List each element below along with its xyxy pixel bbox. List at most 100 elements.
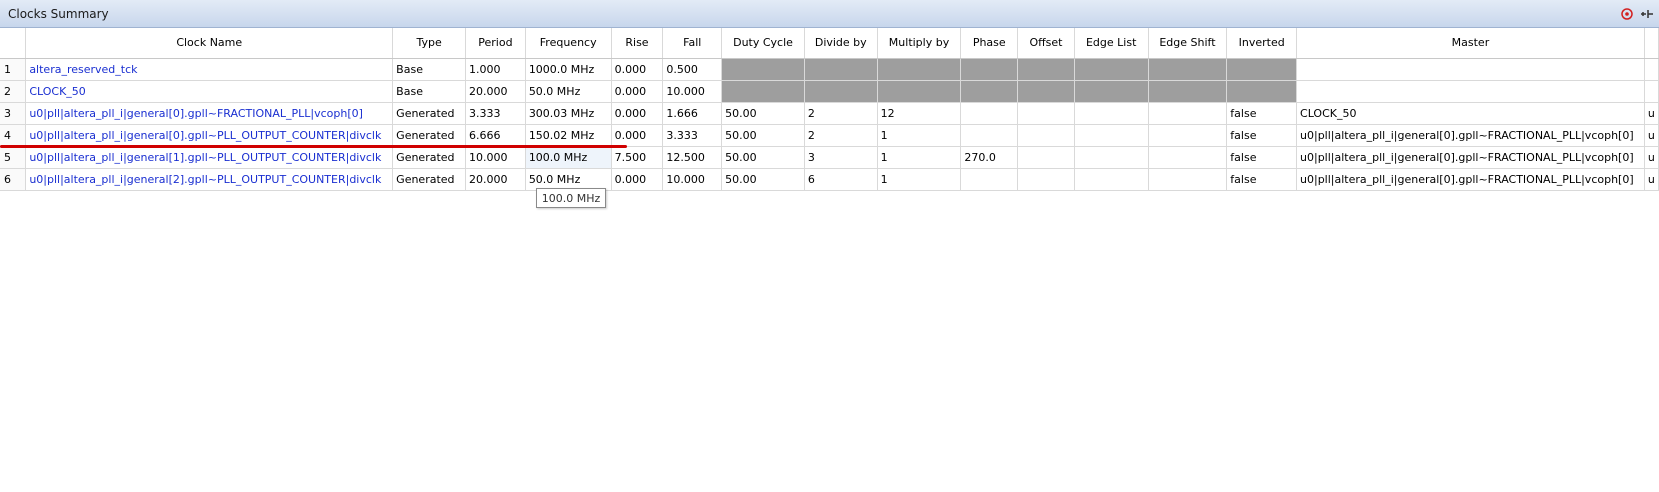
- divide-by-cell: [804, 80, 878, 103]
- col-header-offset[interactable]: Offset: [1017, 28, 1075, 59]
- table-row[interactable]: 4 u0|pll|altera_pll_i|general[0].gpll~PL…: [0, 124, 1659, 147]
- frequency-tooltip: 100.0 MHz: [536, 188, 606, 208]
- col-header-inverted[interactable]: Inverted: [1226, 28, 1298, 59]
- phase-cell: 270.0: [960, 146, 1019, 169]
- col-header-clock-name[interactable]: Clock Name: [25, 28, 394, 59]
- multiply-by-cell: 1: [877, 168, 962, 191]
- extra-cell: u: [1644, 124, 1659, 147]
- rise-cell: 0.000: [611, 58, 664, 81]
- row-number: 2: [0, 80, 27, 103]
- clock-name-cell[interactable]: CLOCK_50: [25, 80, 394, 103]
- multiply-by-cell: [877, 80, 962, 103]
- inverted-cell: false: [1226, 124, 1298, 147]
- edge-list-cell: [1074, 58, 1149, 81]
- offset-cell: [1017, 80, 1075, 103]
- inverted-cell: [1226, 80, 1298, 103]
- table-row[interactable]: 6 u0|pll|altera_pll_i|general[2].gpll~PL…: [0, 168, 1659, 191]
- duty-cycle-cell: [721, 80, 805, 103]
- extra-cell: u: [1644, 146, 1659, 169]
- type-cell: Generated: [392, 168, 467, 191]
- period-cell: 20.000: [465, 80, 526, 103]
- master-cell: u0|pll|altera_pll_i|general[0].gpll~FRAC…: [1296, 168, 1645, 191]
- period-cell: 10.000: [465, 146, 526, 169]
- table-row[interactable]: 2 CLOCK_50 Base 20.000 50.0 MHz 0.000 10…: [0, 80, 1659, 103]
- titlebar-icons: [1619, 6, 1655, 22]
- window-titlebar: Clocks Summary: [0, 0, 1659, 28]
- inverted-cell: false: [1226, 146, 1298, 169]
- inverted-cell: [1226, 58, 1298, 81]
- col-header-type[interactable]: Type: [392, 28, 467, 59]
- col-header-extra[interactable]: [1644, 28, 1659, 59]
- offset-cell: [1017, 146, 1075, 169]
- fall-cell: 12.500: [662, 146, 723, 169]
- divide-by-cell: 2: [804, 124, 878, 147]
- col-header-duty-cycle[interactable]: Duty Cycle: [721, 28, 805, 59]
- row-number: 5: [0, 146, 27, 169]
- col-header-edge-shift[interactable]: Edge Shift: [1148, 28, 1228, 59]
- table-row[interactable]: 1 altera_reserved_tck Base 1.000 1000.0 …: [0, 58, 1659, 81]
- edge-list-cell: [1074, 168, 1149, 191]
- master-cell: u0|pll|altera_pll_i|general[0].gpll~FRAC…: [1296, 146, 1645, 169]
- rise-cell: 0.000: [611, 80, 664, 103]
- inverted-cell: false: [1226, 102, 1298, 125]
- edge-list-cell: [1074, 80, 1149, 103]
- col-header-master[interactable]: Master: [1296, 28, 1645, 59]
- clock-name-cell[interactable]: u0|pll|altera_pll_i|general[2].gpll~PLL_…: [25, 168, 394, 191]
- row-number: 6: [0, 168, 27, 191]
- fall-cell: 0.500: [662, 58, 723, 81]
- master-cell: [1296, 58, 1645, 81]
- type-cell: Generated: [392, 146, 467, 169]
- clock-name-cell[interactable]: u0|pll|altera_pll_i|general[1].gpll~PLL_…: [25, 146, 394, 169]
- type-cell: Base: [392, 58, 467, 81]
- clock-name-cell[interactable]: altera_reserved_tck: [25, 58, 394, 81]
- extra-cell: u: [1644, 168, 1659, 191]
- divide-by-cell: 2: [804, 102, 878, 125]
- multiply-by-cell: 1: [877, 146, 962, 169]
- row-number: 1: [0, 58, 27, 81]
- col-header-multiply-by[interactable]: Multiply by: [877, 28, 962, 59]
- row-number: 4: [0, 124, 27, 147]
- type-cell: Generated: [392, 124, 467, 147]
- rise-cell: 0.000: [611, 102, 664, 125]
- col-header-rise[interactable]: Rise: [611, 28, 664, 59]
- phase-cell: [960, 80, 1019, 103]
- fall-cell: 10.000: [662, 80, 723, 103]
- table-row[interactable]: 5 u0|pll|altera_pll_i|general[1].gpll~PL…: [0, 146, 1659, 169]
- table-row[interactable]: 3 u0|pll|altera_pll_i|general[0].gpll~FR…: [0, 102, 1659, 125]
- frequency-cell: 150.02 MHz: [525, 124, 612, 147]
- clock-name-cell[interactable]: u0|pll|altera_pll_i|general[0].gpll~FRAC…: [25, 102, 394, 125]
- extra-cell: [1644, 80, 1659, 103]
- col-header-rownum[interactable]: [0, 28, 27, 59]
- divide-by-cell: 3: [804, 146, 878, 169]
- phase-cell: [960, 124, 1019, 147]
- clock-name-cell[interactable]: u0|pll|altera_pll_i|general[0].gpll~PLL_…: [25, 124, 394, 147]
- edge-shift-cell: [1148, 124, 1228, 147]
- offset-cell: [1017, 58, 1075, 81]
- clocks-summary-table-wrap[interactable]: Clock Name Type Period Frequency Rise Fa…: [0, 28, 1659, 492]
- rise-cell: 7.500: [611, 146, 664, 169]
- close-circle-icon[interactable]: [1619, 6, 1635, 22]
- col-header-frequency[interactable]: Frequency: [525, 28, 612, 59]
- pin-icon[interactable]: [1639, 6, 1655, 22]
- edge-list-cell: [1074, 124, 1149, 147]
- extra-cell: u: [1644, 102, 1659, 125]
- col-header-divide-by[interactable]: Divide by: [804, 28, 878, 59]
- rise-cell: 0.000: [611, 124, 664, 147]
- master-cell: CLOCK_50: [1296, 102, 1645, 125]
- edge-shift-cell: [1148, 102, 1228, 125]
- edge-shift-cell: [1148, 58, 1228, 81]
- period-cell: 3.333: [465, 102, 526, 125]
- col-header-period[interactable]: Period: [465, 28, 526, 59]
- frequency-cell: 300.03 MHz: [525, 102, 612, 125]
- row-number: 3: [0, 102, 27, 125]
- inverted-cell: false: [1226, 168, 1298, 191]
- col-header-phase[interactable]: Phase: [960, 28, 1019, 59]
- col-header-edge-list[interactable]: Edge List: [1074, 28, 1149, 59]
- divide-by-cell: 6: [804, 168, 878, 191]
- master-cell: u0|pll|altera_pll_i|general[0].gpll~FRAC…: [1296, 124, 1645, 147]
- multiply-by-cell: [877, 58, 962, 81]
- offset-cell: [1017, 124, 1075, 147]
- type-cell: Base: [392, 80, 467, 103]
- fall-cell: 3.333: [662, 124, 723, 147]
- col-header-fall[interactable]: Fall: [662, 28, 723, 59]
